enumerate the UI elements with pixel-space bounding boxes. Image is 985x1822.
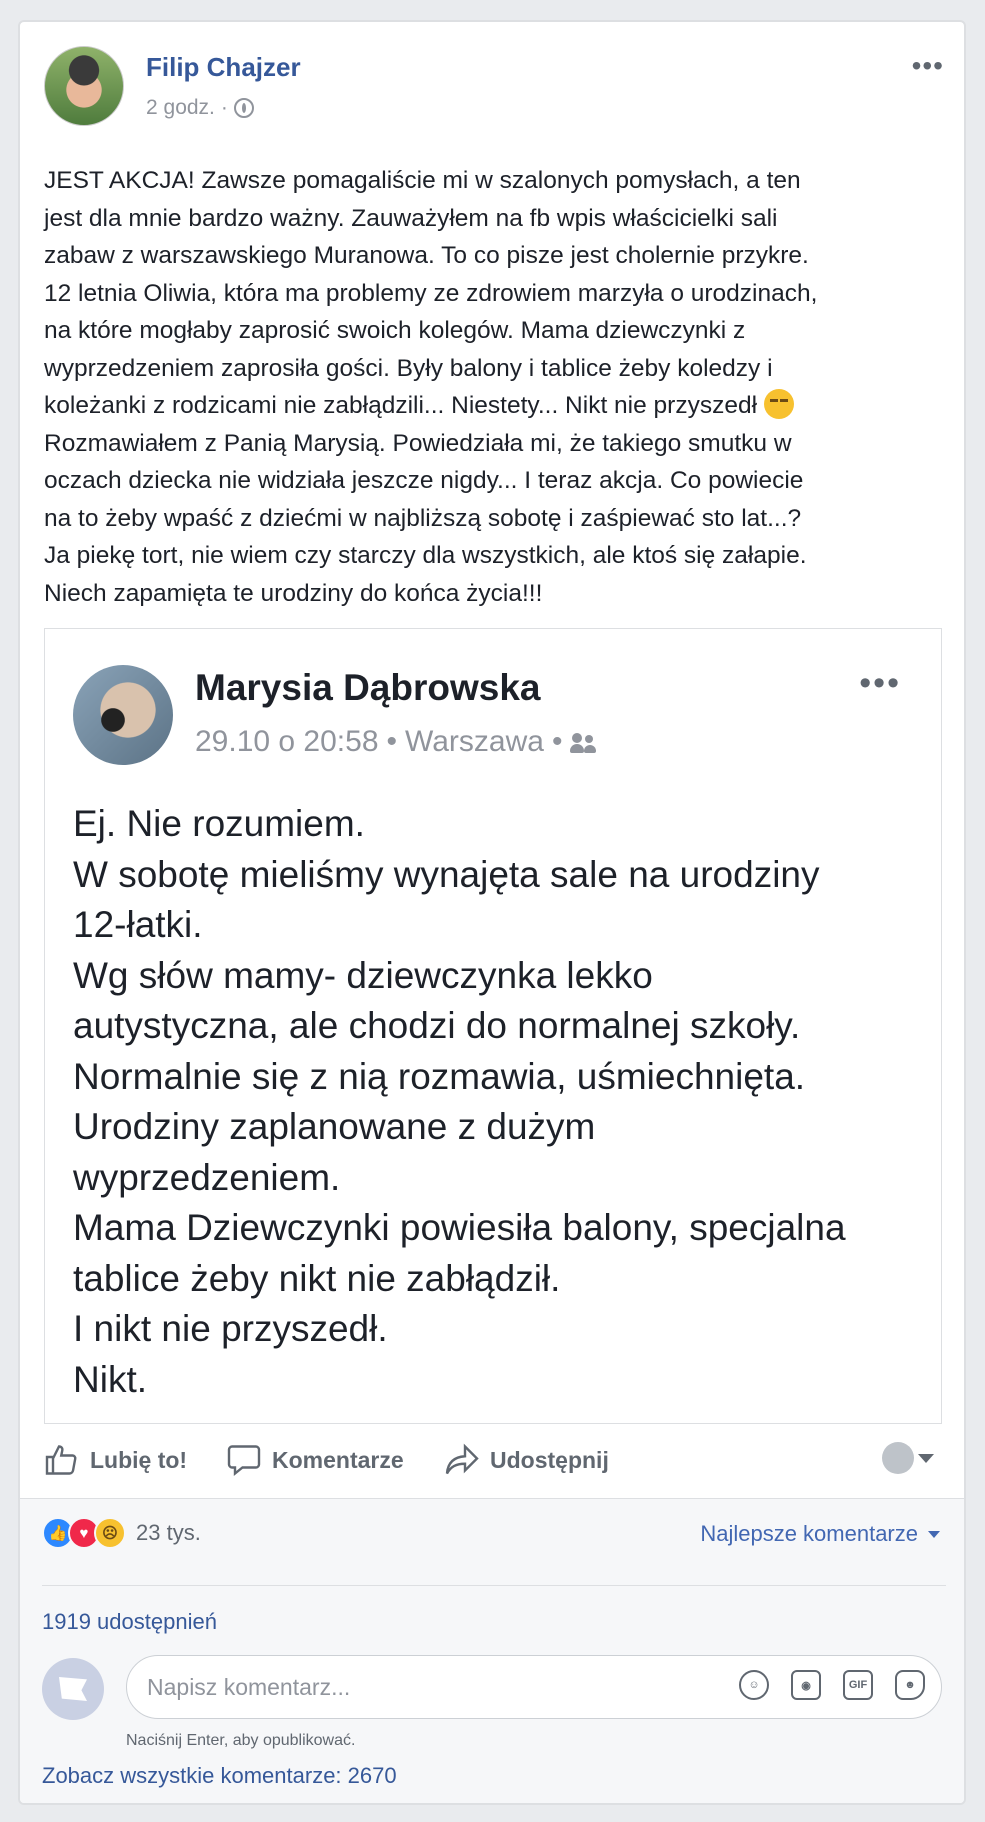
- commenter-avatar: [42, 1658, 104, 1720]
- like-button[interactable]: Lubię to!: [44, 1432, 187, 1488]
- sticker-icon[interactable]: ☻: [895, 1670, 925, 1700]
- post-options-button[interactable]: •••: [912, 52, 944, 80]
- comment-placeholder: Napisz komentarz...: [147, 1674, 351, 1700]
- like-label: Lubię to!: [90, 1446, 188, 1473]
- shared-text-line: Ej. Nie rozumiem.: [73, 803, 365, 844]
- shared-text-line: Nikt.: [73, 1358, 147, 1400]
- unamused-emoji-icon: [763, 389, 794, 419]
- shared-post-meta: 29.10 o 20:58 • Warszawa •: [195, 725, 600, 759]
- see-all-comments-link[interactable]: Zobacz wszystkie komentarze: 2670: [42, 1763, 397, 1789]
- shared-text-line: autystyczna, ale chodzi do normalnej szk…: [73, 1005, 801, 1046]
- post-meta: 2 godz. ·: [146, 96, 254, 120]
- post-text-line: Niech zapamięta te urodziny do końca życ…: [44, 579, 543, 607]
- shared-text-line: tablice żeby nikt nie zabłądził.: [73, 1257, 561, 1299]
- post-text-line: Rozmawiałem z Panią Marysią. Powiedziała…: [44, 429, 792, 457]
- comment-sort-label: Najlepsze komentarze: [700, 1521, 918, 1546]
- post-text-line: 12 letnia Oliwia, która ma problemy ze z…: [44, 279, 818, 307]
- post-header: Filip Chajzer 2 godz. · •••: [44, 46, 944, 136]
- shared-text-line: wyprzedzeniem.: [73, 1156, 341, 1198]
- author-name[interactable]: Filip Chajzer: [146, 52, 301, 83]
- post-text-line: na które mogłaby zaprosić swoich kolegów…: [44, 317, 746, 344]
- shared-post[interactable]: Marysia Dąbrowska 29.10 o 20:58 • Warsza…: [44, 628, 942, 1424]
- comment-tools: ☺ ◉ GIF ☻: [739, 1670, 925, 1700]
- page-avatar-icon: [882, 1442, 914, 1474]
- friends-icon: [570, 731, 600, 753]
- gif-icon[interactable]: GIF: [843, 1670, 873, 1700]
- shared-text-line: I nikt nie przyszedł.: [73, 1308, 388, 1349]
- post-text-line: koleżanki z rodzicami nie zabłądzili... …: [44, 392, 758, 419]
- shared-post-date: 29.10 o 20:58: [195, 725, 379, 758]
- post-text: JEST AKCJA! Zawsze pomagaliście mi w sza…: [44, 162, 944, 612]
- enter-hint: Naciśnij Enter, aby opublikować.: [126, 1732, 356, 1749]
- post-text-line: zabaw z warszawskiego Muranowa. To co pi…: [44, 242, 809, 269]
- post-text-line: JEST AKCJA! Zawsze pomagaliście mi w sza…: [44, 167, 801, 194]
- shared-text-line: Wg słów mamy- dziewczynka lekko: [73, 954, 653, 996]
- comment-label: Komentarze: [272, 1446, 404, 1473]
- meta-dot: •: [551, 725, 563, 758]
- author-avatar[interactable]: [44, 46, 124, 126]
- divider: [42, 1585, 946, 1586]
- comment-icon: [227, 1445, 261, 1476]
- emoji-icon[interactable]: ☺: [739, 1670, 769, 1700]
- chevron-down-icon: [918, 1453, 934, 1463]
- share-icon: [445, 1443, 479, 1475]
- shared-author-avatar: [73, 665, 173, 765]
- shared-text-line: 12-łatki.: [73, 904, 203, 945]
- comments-section: 👍 ♥ ☹ 23 tys. Najlepsze komentarze 1919 …: [20, 1498, 964, 1803]
- meta-separator: ·: [220, 96, 228, 119]
- post-card: Filip Chajzer 2 godz. · ••• JEST AKCJA! …: [18, 20, 966, 1805]
- globe-icon[interactable]: [233, 98, 254, 118]
- comment-input[interactable]: Napisz komentarz... ☺ ◉ GIF ☻: [126, 1655, 942, 1719]
- meta-dot: •: [386, 725, 398, 758]
- shared-text-line: Urodziny zaplanowane z dużym: [73, 1106, 596, 1147]
- shared-post-text: Ej. Nie rozumiem. W sobotę mieliśmy wyna…: [73, 799, 923, 1405]
- share-label: Udostępnij: [490, 1446, 609, 1473]
- shared-post-location: Warszawa: [405, 725, 544, 758]
- action-bar: Lubię to! Komentarze Udostępnij: [44, 1432, 944, 1488]
- post-text-line: Ja piekę tort, nie wiem czy starczy dla …: [44, 542, 807, 569]
- share-count-link[interactable]: 1919 udostępnień: [42, 1609, 217, 1635]
- post-time[interactable]: 2 godz.: [146, 96, 215, 120]
- comment-button[interactable]: Komentarze: [226, 1432, 404, 1488]
- shared-post-options-icon: •••: [859, 664, 901, 702]
- reactions-summary[interactable]: 👍 ♥ ☹ 23 tys.: [42, 1517, 201, 1549]
- chevron-down-icon: [928, 1530, 940, 1538]
- audience-selector[interactable]: [882, 1442, 934, 1474]
- post-text-line: wyprzedzeniem zaprosiła gości. Były balo…: [44, 354, 773, 382]
- post-text-line: na to żeby wpaść z dziećmi w najbliższą …: [44, 504, 802, 532]
- reaction-count: 23 tys.: [136, 1520, 201, 1545]
- shared-author-name: Marysia Dąbrowska: [195, 667, 541, 708]
- flag-icon: [59, 1677, 87, 1701]
- like-icon: [45, 1445, 77, 1475]
- camera-icon[interactable]: ◉: [791, 1670, 821, 1700]
- shared-text-line: Normalnie się z nią rozmawia, uśmiechnię…: [73, 1055, 806, 1097]
- post-text-line: jest dla mnie bardzo ważny. Zauważyłem n…: [44, 204, 778, 232]
- post-text-line: oczach dziecka nie widziała jeszcze nigd…: [44, 467, 804, 494]
- sad-reaction-icon: ☹: [94, 1517, 126, 1549]
- comment-sort-dropdown[interactable]: Najlepsze komentarze: [700, 1521, 940, 1547]
- shared-text-line: Mama Dziewczynki powiesiła balony, specj…: [73, 1207, 846, 1248]
- share-button[interactable]: Udostępnij: [444, 1432, 609, 1488]
- post-text-line-with-emoji: koleżanki z rodzicami nie zabłądzili... …: [44, 387, 944, 425]
- shared-text-line: W sobotę mieliśmy wynajęta sale na urodz…: [73, 853, 820, 895]
